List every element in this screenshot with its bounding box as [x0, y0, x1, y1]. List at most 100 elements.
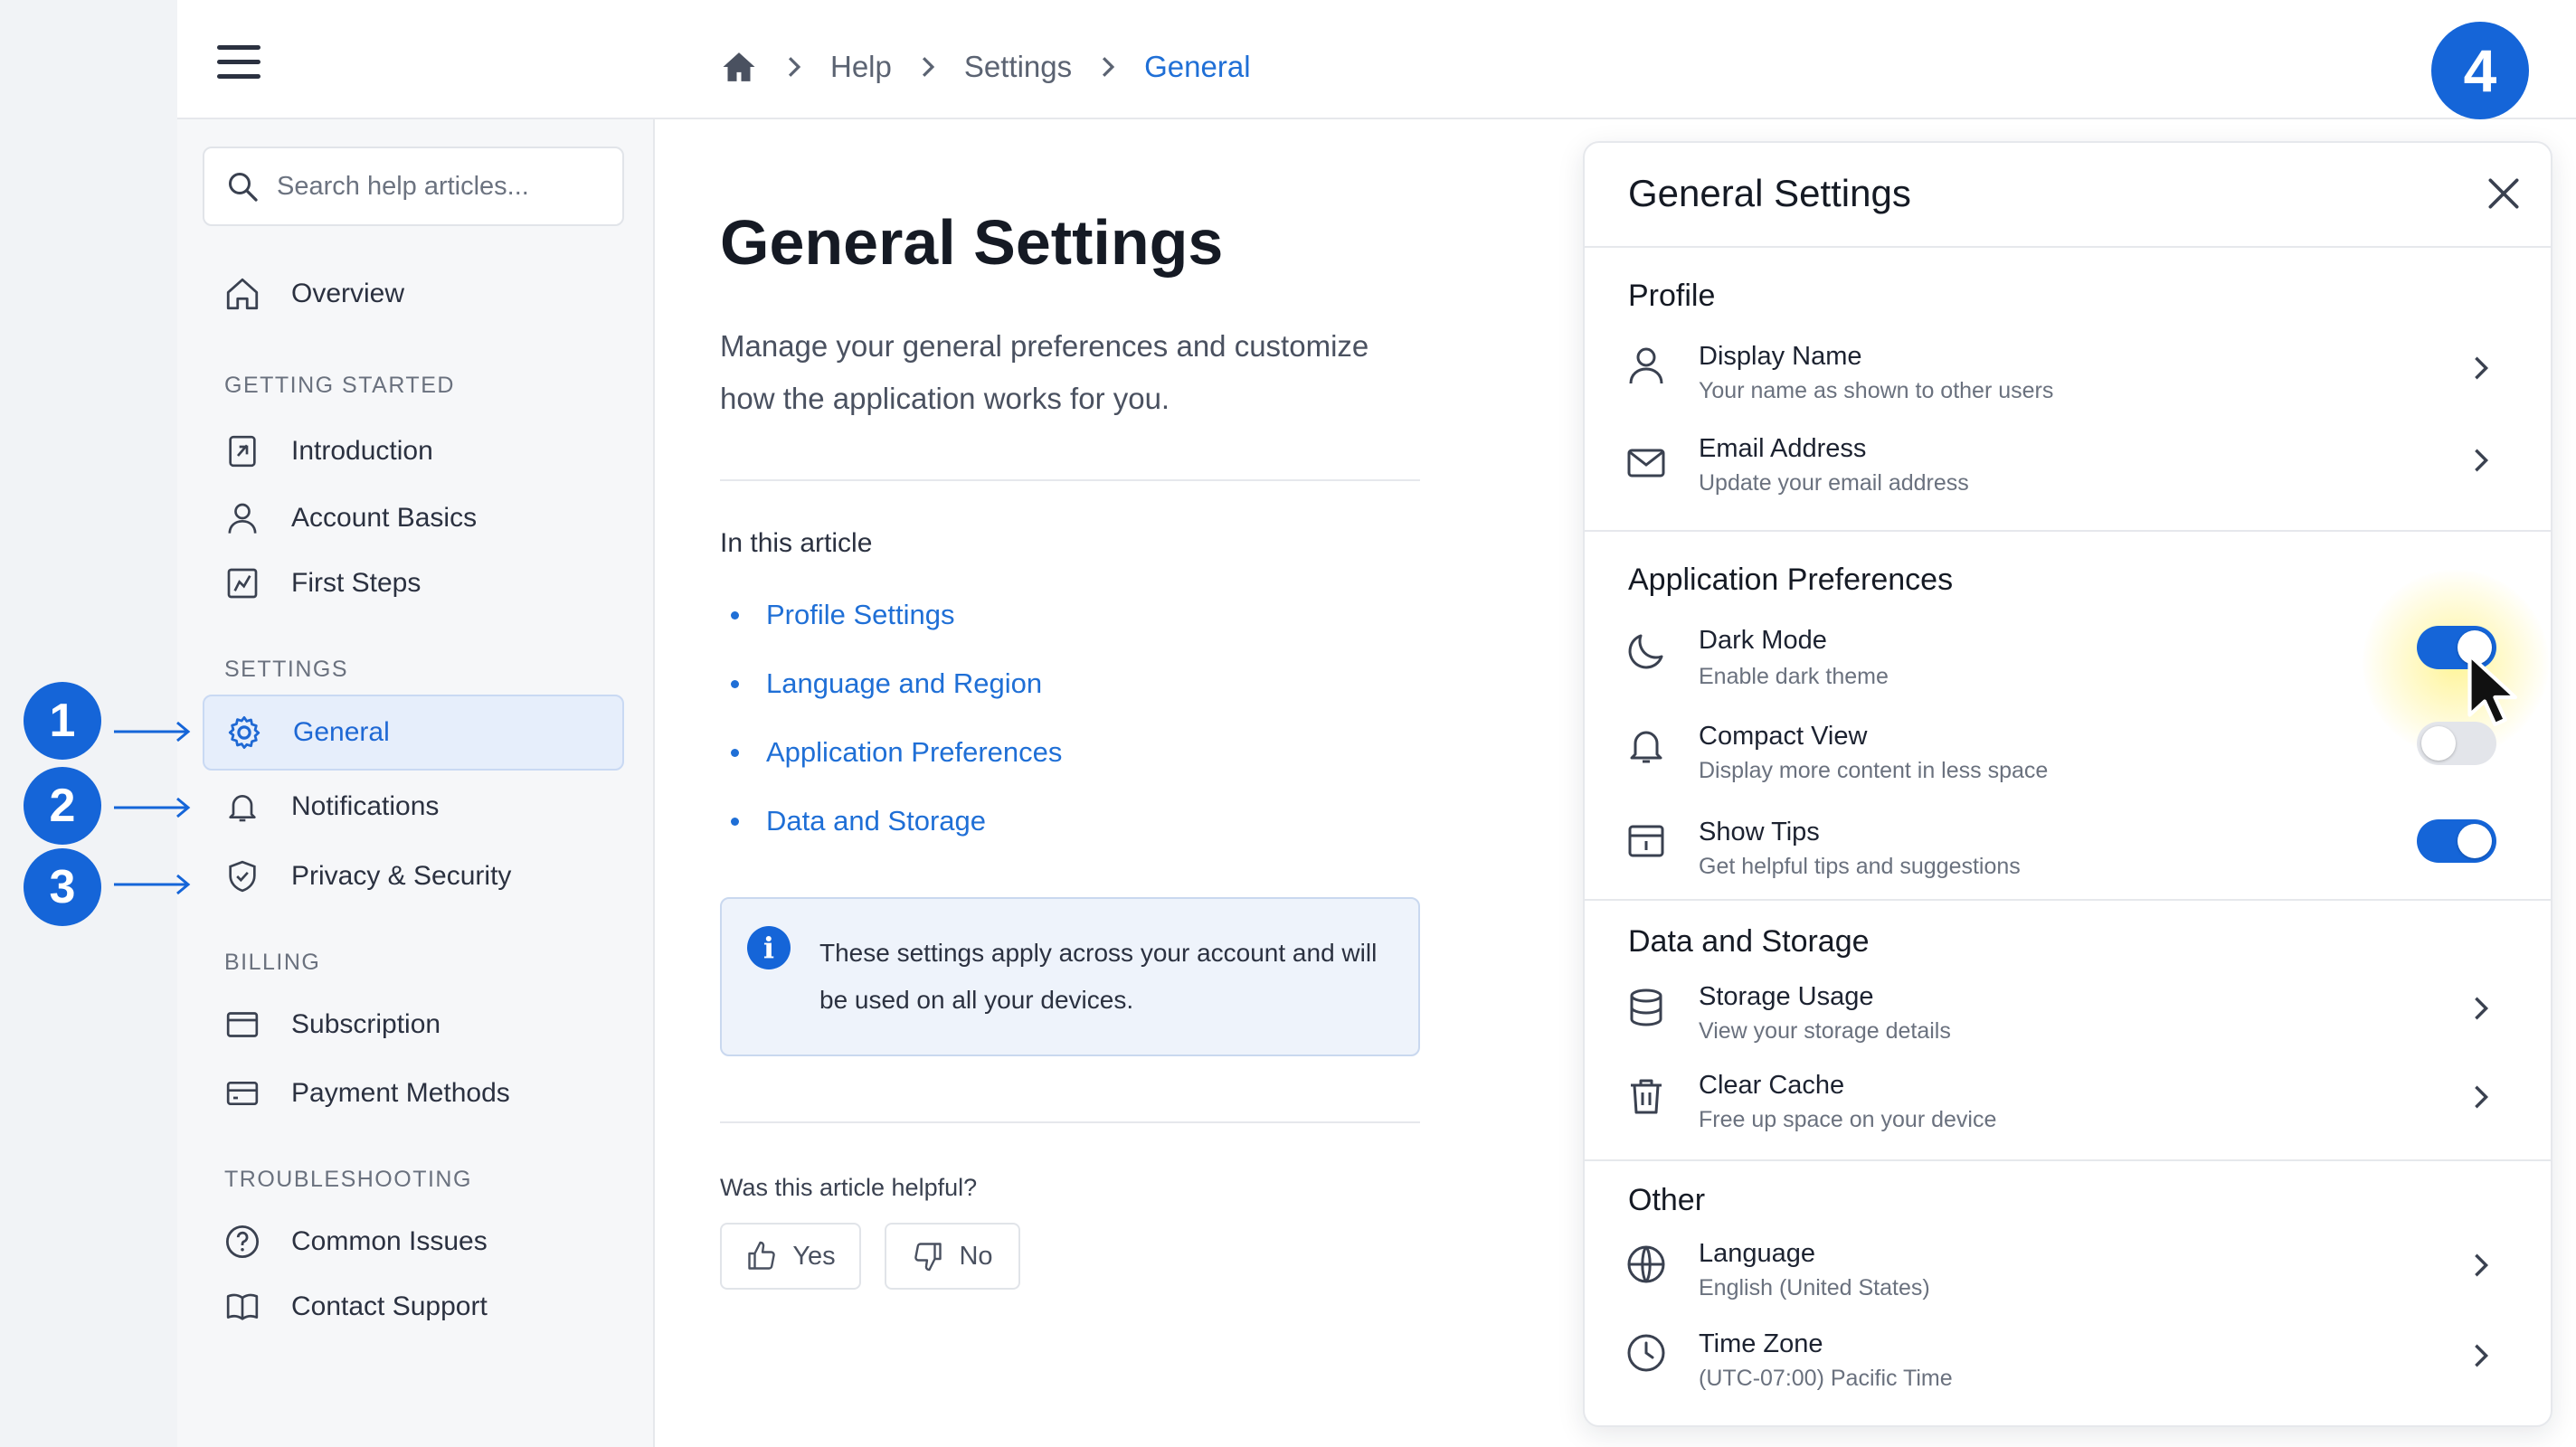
chevron-right-icon[interactable]	[2467, 1342, 2495, 1369]
arrow-right-icon	[114, 874, 191, 895]
search-box[interactable]	[203, 147, 624, 226]
setting-description: (UTC-07:00) Pacific Time	[1699, 1366, 1953, 1391]
info-text: These settings apply across your account…	[819, 939, 1378, 1014]
credit-card-icon	[223, 1073, 262, 1113]
toc-link[interactable]: Application Preferences	[731, 736, 1062, 769]
globe-icon	[1627, 1245, 1665, 1283]
chevron-right-icon[interactable]	[2467, 1083, 2495, 1111]
setting-description: Free up space on your device	[1699, 1107, 1997, 1132]
chevron-right-icon[interactable]	[2467, 1252, 2495, 1279]
setting-description: Enable dark theme	[1699, 664, 1889, 689]
sidebar-item-subscription[interactable]: Subscription	[203, 988, 624, 1062]
close-icon[interactable]	[2484, 174, 2524, 213]
chevron-right-icon[interactable]	[2467, 995, 2495, 1022]
toc-link[interactable]: Data and Storage	[731, 805, 986, 837]
step-badge-4: 4	[2431, 22, 2529, 119]
show-tips-toggle[interactable]	[2417, 819, 2496, 863]
step-badge-2: 2	[24, 767, 101, 845]
sidebar-item-notifications[interactable]: Notifications	[203, 770, 624, 844]
database-icon	[1630, 988, 1662, 1026]
toggle-knob	[2458, 824, 2492, 858]
home-icon[interactable]	[720, 49, 758, 85]
divider	[1585, 899, 2551, 901]
setting-label: Compact View	[1699, 722, 1868, 751]
top-bar	[177, 0, 2576, 119]
setting-description: Update your email address	[1699, 470, 1969, 496]
article-intro: Manage your general preferences and cust…	[720, 329, 1369, 415]
sidebar-section-title: BILLING	[224, 950, 321, 975]
divider	[720, 479, 1420, 481]
section-title: Other	[1628, 1183, 1706, 1217]
bell-icon	[223, 787, 262, 827]
yes-button[interactable]: Yes	[720, 1223, 861, 1290]
sidebar-item-label: Privacy & Security	[291, 861, 512, 891]
sidebar-item-label: General	[293, 717, 390, 747]
setting-label[interactable]: Storage Usage	[1699, 982, 1873, 1012]
shield-icon	[223, 856, 262, 896]
mail-icon	[1627, 449, 1665, 478]
divider	[1585, 1159, 2551, 1161]
tips-icon	[1628, 825, 1664, 857]
info-icon: i	[747, 926, 791, 969]
sidebar-item-label: Overview	[291, 279, 405, 308]
sidebar-section-title: TROUBLESHOOTING	[224, 1167, 472, 1192]
breadcrumb-settings[interactable]: Settings	[964, 50, 1072, 84]
setting-label[interactable]: Language	[1699, 1239, 1815, 1269]
section-title: Data and Storage	[1628, 924, 1870, 959]
sidebar-item-account-basics[interactable]: Account Basics	[203, 481, 624, 555]
bell-icon	[1630, 731, 1662, 763]
chevron-right-icon[interactable]	[2467, 447, 2495, 474]
home-outline-icon	[223, 274, 262, 314]
gear-icon	[224, 713, 264, 752]
book-icon	[223, 1287, 262, 1327]
sidebar-item-general[interactable]: General	[203, 695, 624, 771]
sidebar-section-title: GETTING STARTED	[224, 373, 455, 398]
map-icon	[223, 563, 262, 603]
setting-label[interactable]: Display Name	[1699, 342, 1862, 372]
sidebar-item-first-steps[interactable]: First Steps	[203, 546, 624, 620]
no-label: No	[959, 1241, 993, 1271]
divider	[720, 1121, 1420, 1123]
sidebar-item-label: Subscription	[291, 1009, 441, 1039]
sidebar-item-common-issues[interactable]: Common Issues	[203, 1205, 624, 1279]
toc-link[interactable]: Profile Settings	[731, 599, 955, 631]
search-icon	[226, 170, 259, 203]
setting-description: Display more content in less space	[1699, 758, 2049, 783]
sidebar-item-label: Common Issues	[291, 1226, 488, 1256]
no-button[interactable]: No	[885, 1223, 1020, 1290]
breadcrumb-help[interactable]: Help	[830, 50, 892, 84]
envelope-card-icon	[223, 1005, 262, 1045]
divider	[1585, 246, 2551, 248]
setting-label[interactable]: Time Zone	[1699, 1329, 1823, 1359]
bullet	[731, 817, 739, 826]
sidebar-item-contact-support[interactable]: Contact Support	[203, 1270, 624, 1344]
toc-heading: In this article	[720, 528, 873, 558]
setting-label[interactable]: Clear Cache	[1699, 1071, 1844, 1101]
setting-description: English (United States)	[1699, 1275, 1930, 1300]
search-input[interactable]	[277, 171, 602, 202]
bullet	[731, 748, 739, 757]
bullet	[731, 679, 739, 688]
setting-label: Show Tips	[1699, 818, 1820, 846]
toc-link-label: Application Preferences	[766, 736, 1063, 768]
section-title: Application Preferences	[1628, 563, 1954, 597]
helpful-question: Was this article helpful?	[720, 1174, 978, 1201]
sidebar-item-privacy-security[interactable]: Privacy & Security	[203, 839, 624, 913]
settings-panel	[1583, 141, 2552, 1427]
setting-label[interactable]: Email Address	[1699, 434, 1866, 464]
bullet	[731, 610, 739, 619]
arrow-right-icon	[114, 721, 191, 742]
sidebar-item-introduction[interactable]: Introduction	[203, 414, 624, 488]
toc-link[interactable]: Language and Region	[731, 667, 1042, 700]
thumbs-down-icon	[912, 1240, 944, 1272]
step-badge-1: 1	[24, 682, 101, 760]
sidebar-section-title: SETTINGS	[224, 657, 349, 682]
hamburger-menu-icon[interactable]	[217, 43, 262, 81]
sidebar-item-payment-methods[interactable]: Payment Methods	[203, 1056, 624, 1130]
divider	[1585, 530, 2551, 532]
breadcrumb: Help Settings General	[720, 40, 1251, 94]
sidebar-item-overview[interactable]: Overview	[203, 257, 624, 331]
breadcrumb-current: General	[1144, 50, 1251, 83]
arrow-right-icon	[114, 797, 191, 818]
chevron-right-icon[interactable]	[2467, 355, 2495, 382]
